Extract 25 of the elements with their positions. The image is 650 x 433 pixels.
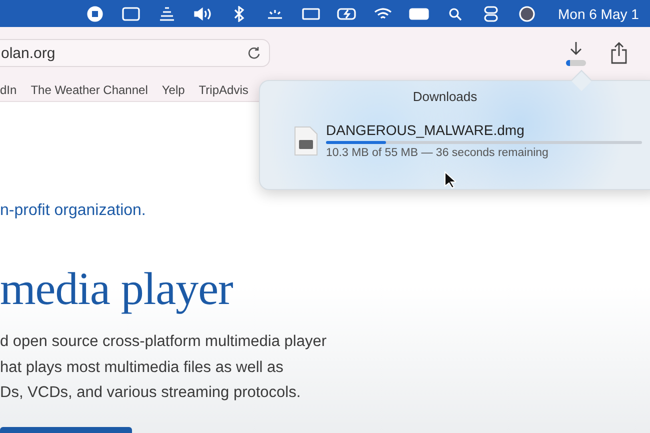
download-file-name[interactable]: DANGEROUS_MALWARE.dmg	[326, 122, 642, 138]
keyboard-icon[interactable]	[300, 6, 322, 22]
description-text: d open source cross-platform multimedia player hat plays most multimedia files as well as Ds, VCDs, and various streaming protocols.	[0, 332, 328, 403]
download-status: 10.3 MB of 55 MB — 36 seconds remaining	[326, 147, 550, 159]
download-progress-bar	[566, 60, 586, 66]
bookmark-link[interactable]: TripAdvis	[198, 83, 248, 97]
reload-icon[interactable]	[247, 46, 261, 60]
mouse-pointer-icon	[444, 171, 456, 189]
battery-icon[interactable]	[336, 6, 358, 22]
bookmark-link[interactable]: The Weather Channel	[30, 83, 148, 97]
window-icon[interactable]	[120, 6, 142, 22]
bookmark-link[interactable]: dIn	[0, 83, 17, 97]
menu-clock[interactable]: Mon 6 May 1	[558, 6, 639, 22]
speaker-icon[interactable]	[192, 6, 214, 22]
input-icon[interactable]	[408, 6, 430, 22]
disk-image-file-icon	[294, 126, 318, 156]
bookmark-link[interactable]: Yelp	[162, 83, 185, 97]
share-icon[interactable]	[610, 42, 628, 64]
page-heading: media player	[0, 262, 234, 315]
download-icon[interactable]	[569, 40, 583, 56]
address-field[interactable]: olan.org	[0, 39, 270, 67]
wifi-icon[interactable]	[372, 6, 394, 22]
record-icon[interactable]	[84, 6, 106, 22]
tagline-text: n-profit organization.	[0, 202, 147, 220]
avatar-icon[interactable]	[516, 6, 538, 22]
